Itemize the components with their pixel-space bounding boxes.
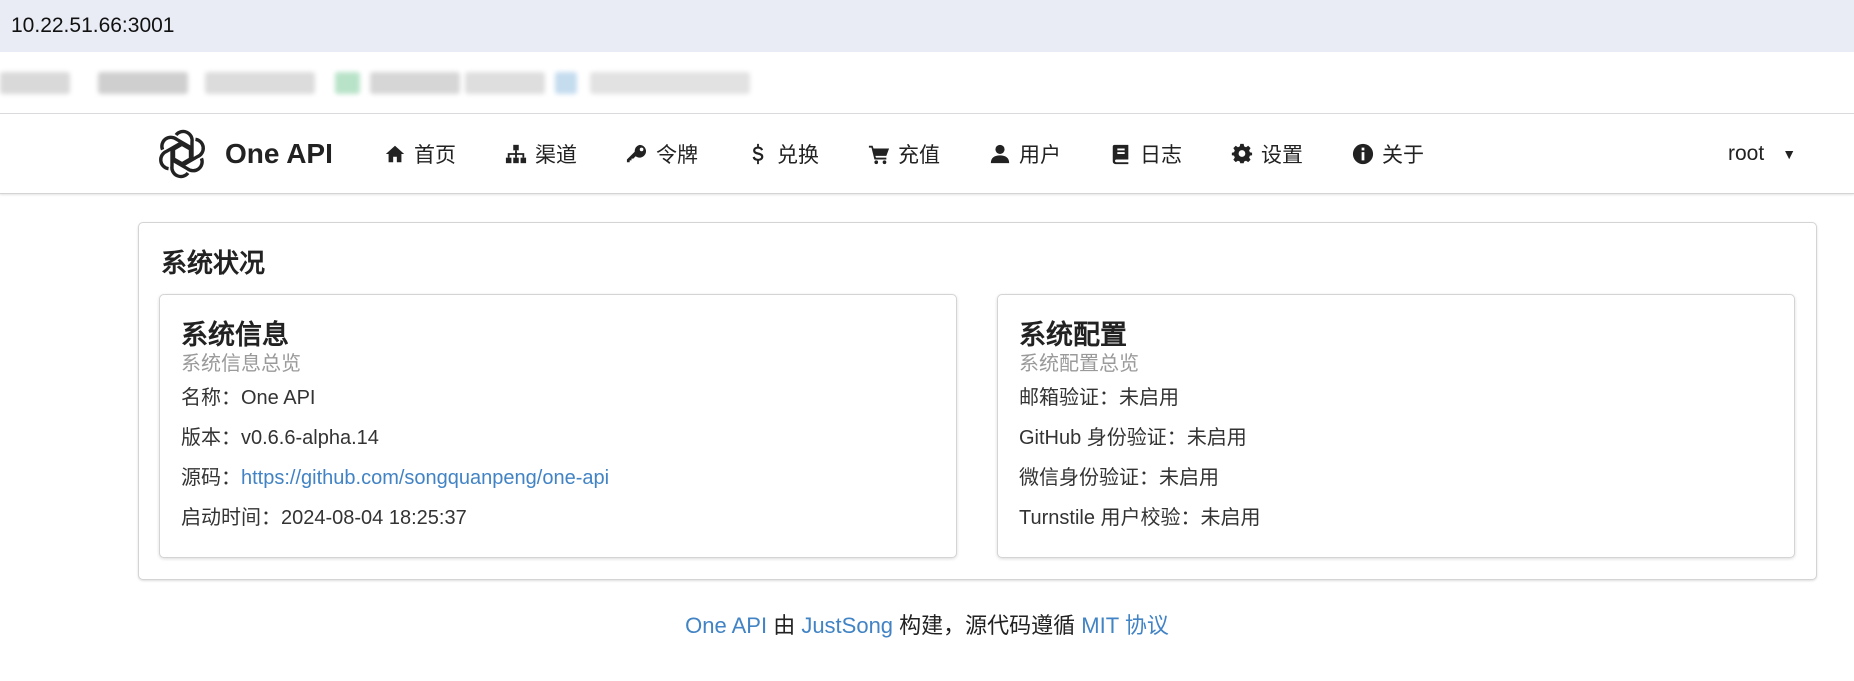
nav-item-label: 用户 bbox=[1019, 144, 1061, 167]
book-icon bbox=[1112, 144, 1129, 165]
user-dropdown[interactable]: root ▼ bbox=[1728, 114, 1796, 194]
address-text[interactable]: 10.22.51.66:3001 bbox=[11, 14, 175, 38]
nav-item-settings[interactable]: 设置 bbox=[1231, 139, 1303, 169]
config-row-github: GitHub 身份验证：未启用 bbox=[1019, 425, 1261, 465]
system-config-card: 系统配置 系统配置总览 邮箱验证：未启用 GitHub 身份验证：未启用 微信身… bbox=[997, 294, 1795, 558]
config-label: 邮箱验证： bbox=[1019, 387, 1119, 409]
nav-item-tokens[interactable]: 令牌 bbox=[626, 139, 698, 169]
blurred-bookmark[interactable] bbox=[205, 72, 315, 94]
config-row-wechat: 微信身份验证：未启用 bbox=[1019, 465, 1261, 505]
info-label: 启动时间： bbox=[181, 507, 281, 529]
info-row-source: 源码：https://github.com/songquanpeng/one-a… bbox=[181, 465, 609, 505]
info-label: 源码： bbox=[181, 467, 241, 489]
home-icon bbox=[385, 145, 405, 163]
cart-icon bbox=[868, 145, 890, 165]
footer-text: 由 bbox=[767, 613, 802, 638]
config-value: 未启用 bbox=[1159, 467, 1219, 489]
info-rows: 名称：One API 版本：v0.6.6-alpha.14 源码：https:/… bbox=[181, 385, 609, 545]
config-label: Turnstile 用户校验： bbox=[1019, 507, 1201, 529]
blurred-bookmark[interactable] bbox=[98, 72, 188, 94]
system-info-card: 系统信息 系统信息总览 名称：One API 版本：v0.6.6-alpha.1… bbox=[159, 294, 957, 558]
footer-license-link[interactable]: MIT 协议 bbox=[1081, 613, 1169, 638]
nav-item-channels[interactable]: 渠道 bbox=[505, 139, 577, 169]
card-meta: 系统配置总览 bbox=[1019, 353, 1139, 375]
blurred-bookmark[interactable] bbox=[0, 72, 70, 94]
top-menu: One API 首页 渠道 令牌 兑换 充值 用户 日志 设置 关于 root … bbox=[0, 114, 1854, 194]
page-title: 系统状况 bbox=[161, 248, 266, 278]
caret-down-icon: ▼ bbox=[1782, 146, 1797, 162]
system-status-segment: 系统状况 系统信息 系统信息总览 名称：One API 版本：v0.6.6-al… bbox=[138, 222, 1817, 580]
sitemap-icon bbox=[505, 144, 527, 164]
nav-item-label: 令牌 bbox=[656, 144, 698, 167]
card-meta: 系统信息总览 bbox=[181, 353, 301, 375]
key-icon bbox=[626, 144, 647, 163]
bookmarks-bar bbox=[0, 52, 1854, 114]
brand[interactable]: One API bbox=[155, 126, 333, 182]
nav-item-label: 设置 bbox=[1261, 144, 1303, 167]
info-row-start-time: 启动时间：2024-08-04 18:25:37 bbox=[181, 505, 609, 545]
blurred-bookmark[interactable] bbox=[370, 72, 460, 94]
nav-item-about[interactable]: 关于 bbox=[1352, 139, 1424, 169]
config-value: 未启用 bbox=[1119, 387, 1179, 409]
info-row-version: 版本：v0.6.6-alpha.14 bbox=[181, 425, 609, 465]
nav-item-label: 日志 bbox=[1140, 144, 1182, 167]
user-name: root bbox=[1728, 142, 1765, 165]
address-bar[interactable]: 10.22.51.66:3001 bbox=[0, 0, 1854, 52]
nav-item-label: 渠道 bbox=[535, 144, 577, 167]
info-value: 2024-08-04 18:25:37 bbox=[281, 507, 467, 529]
footer-author-link[interactable]: JustSong bbox=[801, 613, 893, 638]
config-row-turnstile: Turnstile 用户校验：未启用 bbox=[1019, 505, 1261, 545]
config-label: GitHub 身份验证： bbox=[1019, 427, 1187, 449]
nav-item-home[interactable]: 首页 bbox=[384, 139, 456, 169]
config-label: 微信身份验证： bbox=[1019, 467, 1159, 489]
openai-logo-icon bbox=[159, 129, 205, 179]
info-icon bbox=[1352, 143, 1374, 165]
nav-item-logs[interactable]: 日志 bbox=[1110, 139, 1182, 169]
user-icon bbox=[990, 144, 1010, 164]
source-link[interactable]: https://github.com/songquanpeng/one-api bbox=[241, 467, 609, 489]
blurred-bookmark[interactable] bbox=[465, 72, 545, 94]
gear-icon bbox=[1231, 143, 1253, 164]
info-row-name: 名称：One API bbox=[181, 385, 609, 425]
nav-item-redeem[interactable]: 兑换 bbox=[747, 139, 819, 169]
nav-item-users[interactable]: 用户 bbox=[989, 139, 1061, 169]
dollar-icon bbox=[752, 143, 764, 165]
info-value: One API bbox=[241, 387, 316, 409]
nav-item-topup[interactable]: 充值 bbox=[868, 139, 940, 169]
footer-text: 构建，源代码遵循 bbox=[893, 613, 1082, 638]
config-rows: 邮箱验证：未启用 GitHub 身份验证：未启用 微信身份验证：未启用 Turn… bbox=[1019, 385, 1261, 545]
main-nav: 首页 渠道 令牌 兑换 充值 用户 日志 设置 关于 bbox=[384, 114, 1473, 194]
footer: One API 由 JustSong 构建，源代码遵循 MIT 协议 bbox=[0, 608, 1854, 640]
brand-name[interactable]: One API bbox=[225, 138, 333, 170]
nav-item-label: 充值 bbox=[898, 144, 940, 167]
info-value: v0.6.6-alpha.14 bbox=[241, 427, 379, 449]
nav-item-label: 兑换 bbox=[777, 144, 819, 167]
footer-project-link[interactable]: One API bbox=[685, 613, 767, 638]
blurred-bookmark[interactable] bbox=[555, 72, 577, 94]
nav-item-label: 关于 bbox=[1382, 144, 1424, 167]
config-value: 未启用 bbox=[1186, 427, 1247, 449]
config-row-email: 邮箱验证：未启用 bbox=[1019, 385, 1261, 425]
blurred-bookmark[interactable] bbox=[590, 72, 750, 94]
config-value: 未启用 bbox=[1200, 507, 1261, 529]
blurred-bookmark[interactable] bbox=[335, 72, 360, 94]
info-label: 版本： bbox=[181, 427, 241, 449]
info-label: 名称： bbox=[181, 387, 241, 409]
nav-item-label: 首页 bbox=[414, 144, 456, 167]
